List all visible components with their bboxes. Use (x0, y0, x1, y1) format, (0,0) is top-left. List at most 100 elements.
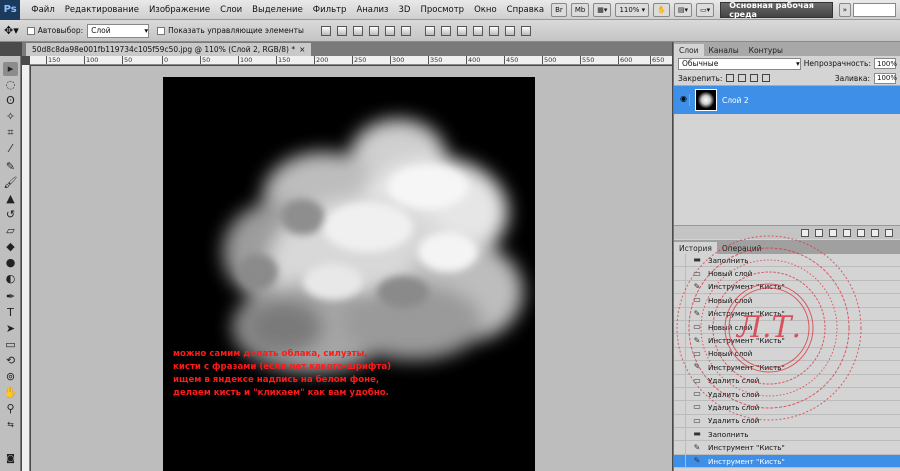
lock-pixels-icon[interactable] (738, 74, 747, 82)
brush-tool-icon[interactable]: 🖌 (3, 176, 18, 190)
menu-3d[interactable]: 3D (394, 5, 416, 15)
history-item[interactable]: ▬ Заполнить (674, 427, 900, 442)
align-left-icon[interactable] (368, 25, 379, 36)
menu-select[interactable]: Выделение (247, 5, 308, 15)
history-source-checkbox[interactable] (674, 414, 686, 428)
menu-edit[interactable]: Редактирование (60, 5, 144, 15)
eraser-tool-icon[interactable]: ▱ (3, 224, 18, 238)
move-tool-icon[interactable]: ▸ (3, 62, 18, 76)
distribute-top-icon[interactable] (424, 25, 435, 36)
history-item[interactable]: ▭ Новый слой (674, 347, 900, 362)
history-item[interactable]: ✎ Инструмент "Кисть" (674, 360, 900, 375)
path-selection-tool-icon[interactable]: ➤ (3, 322, 18, 336)
bridge-button[interactable]: Br (551, 2, 567, 17)
opacity-field[interactable]: 100% (874, 58, 897, 69)
tab-history[interactable]: История (674, 242, 717, 254)
history-source-checkbox[interactable] (674, 320, 686, 334)
zoom-tool-icon[interactable]: ⚲ (3, 402, 18, 416)
history-item[interactable]: ▭ Удалить слой (674, 401, 900, 415)
align-top-icon[interactable] (320, 25, 331, 36)
paint-bucket-tool-icon[interactable]: ◆ (3, 240, 18, 254)
history-source-checkbox[interactable] (674, 347, 686, 361)
align-right-icon[interactable] (400, 25, 411, 36)
zoom-select[interactable]: 110% ▾ (615, 2, 650, 17)
autoselect-checkbox[interactable] (26, 26, 35, 35)
workspace-more-button[interactable]: » (838, 2, 851, 17)
history-item[interactable]: ✎ Инструмент "Кисть" (674, 307, 900, 321)
history-source-checkbox[interactable] (674, 387, 686, 401)
history-item[interactable]: ▭ Удалить слой (674, 374, 900, 388)
marquee-tool-icon[interactable]: ◌ (3, 78, 18, 92)
align-bottom-icon[interactable] (352, 25, 363, 36)
swap-colors-icon[interactable]: ⇆ (3, 418, 18, 432)
menu-file[interactable]: Файл (26, 5, 59, 15)
align-vcenter-icon[interactable] (336, 25, 347, 36)
distribute-bottom-icon[interactable] (456, 25, 467, 36)
layer-mask-icon[interactable] (829, 228, 837, 237)
crop-tool-icon[interactable]: ⌗ (3, 126, 18, 140)
minibridge-button[interactable]: Mb (570, 2, 590, 17)
history-item[interactable]: ✎ Инструмент "Кисть" (674, 280, 900, 295)
history-source-checkbox[interactable] (674, 441, 686, 455)
history-brush-tool-icon[interactable]: ↺ (3, 208, 18, 222)
canvas-area[interactable]: можно самим делать облака, силуэты, кист… (31, 66, 672, 471)
history-item[interactable]: ▬ Заполнить (674, 253, 900, 268)
tab-actions[interactable]: Операций (717, 242, 767, 254)
history-source-checkbox[interactable] (674, 307, 686, 321)
document-tab[interactable]: 50d8c8da98e001fb119734c105f59c50.jpg @ 1… (26, 43, 312, 56)
dodge-tool-icon[interactable]: ◐ (3, 272, 18, 286)
blend-mode-select[interactable]: Обычные ▾ (678, 57, 801, 70)
eyedropper-tool-icon[interactable]: ⁄ (3, 142, 18, 156)
document-canvas[interactable]: можно самим делать облака, силуэты, кист… (163, 77, 535, 471)
menu-layers[interactable]: Слои (215, 5, 247, 15)
distribute-right-icon[interactable] (504, 25, 515, 36)
trash-icon[interactable] (885, 228, 893, 237)
menu-filter[interactable]: Фильтр (308, 5, 352, 15)
menu-image[interactable]: Изображение (144, 5, 215, 15)
quick-mask-icon[interactable]: ◙ (3, 452, 18, 466)
lock-position-icon[interactable] (750, 74, 759, 82)
distribute-left-icon[interactable] (472, 25, 483, 36)
history-item[interactable]: ▭ Удалить слой (674, 387, 900, 402)
tab-paths[interactable]: Контуры (744, 44, 788, 56)
close-icon[interactable]: × (299, 45, 305, 54)
menu-window[interactable]: Окно (469, 5, 502, 15)
hand-tool-button[interactable]: ✋ (653, 2, 670, 17)
layer-style-icon[interactable] (815, 228, 823, 237)
lasso-tool-icon[interactable]: ʘ (3, 94, 18, 108)
history-source-checkbox[interactable] (674, 253, 686, 267)
menu-help[interactable]: Справка (502, 5, 549, 15)
link-layers-icon[interactable] (801, 228, 809, 237)
screen-mode-button[interactable]: ▭▾ (696, 2, 715, 17)
magic-wand-tool-icon[interactable]: ✧ (3, 110, 18, 124)
3d-rotate-tool-icon[interactable]: ⟲ (3, 354, 18, 368)
align-hcenter-icon[interactable] (384, 25, 395, 36)
history-source-checkbox[interactable] (674, 401, 686, 414)
history-item[interactable]: ✎ Инструмент "Кисть" (674, 334, 900, 348)
history-item[interactable]: ✎ Инструмент "Кисть" (674, 454, 900, 469)
autoselect-select[interactable]: Слой ▾ (87, 23, 150, 38)
view-extras-button[interactable]: ▦▾ (593, 2, 612, 17)
history-source-checkbox[interactable] (674, 293, 686, 307)
fill-field[interactable]: 100% (874, 72, 897, 84)
distribute-hcenter-icon[interactable] (488, 25, 499, 36)
tab-layers[interactable]: Слои (674, 44, 704, 56)
layer-name[interactable]: Слой 2 (722, 96, 749, 105)
new-group-icon[interactable] (857, 228, 865, 237)
history-source-checkbox[interactable] (674, 267, 686, 281)
hand-tool-icon[interactable]: ✋ (3, 386, 18, 400)
history-source-checkbox[interactable] (674, 280, 686, 294)
history-source-checkbox[interactable] (674, 454, 686, 468)
3d-orbit-tool-icon[interactable]: ⊚ (3, 370, 18, 384)
history-item[interactable]: ▭ Новый слой (674, 267, 900, 281)
lock-transparency-icon[interactable] (726, 74, 735, 82)
arrange-documents-button[interactable]: ▤▾ (673, 2, 693, 17)
history-item[interactable]: ▭ Удалить слой (674, 414, 900, 429)
history-source-checkbox[interactable] (674, 360, 686, 374)
blur-tool-icon[interactable]: ● (3, 256, 18, 270)
history-item[interactable]: ▭ Новый слой (674, 320, 900, 335)
shape-tool-icon[interactable]: ▭ (3, 338, 18, 352)
history-source-checkbox[interactable] (674, 374, 686, 388)
history-source-checkbox[interactable] (674, 334, 686, 348)
lock-all-icon[interactable] (762, 74, 771, 82)
